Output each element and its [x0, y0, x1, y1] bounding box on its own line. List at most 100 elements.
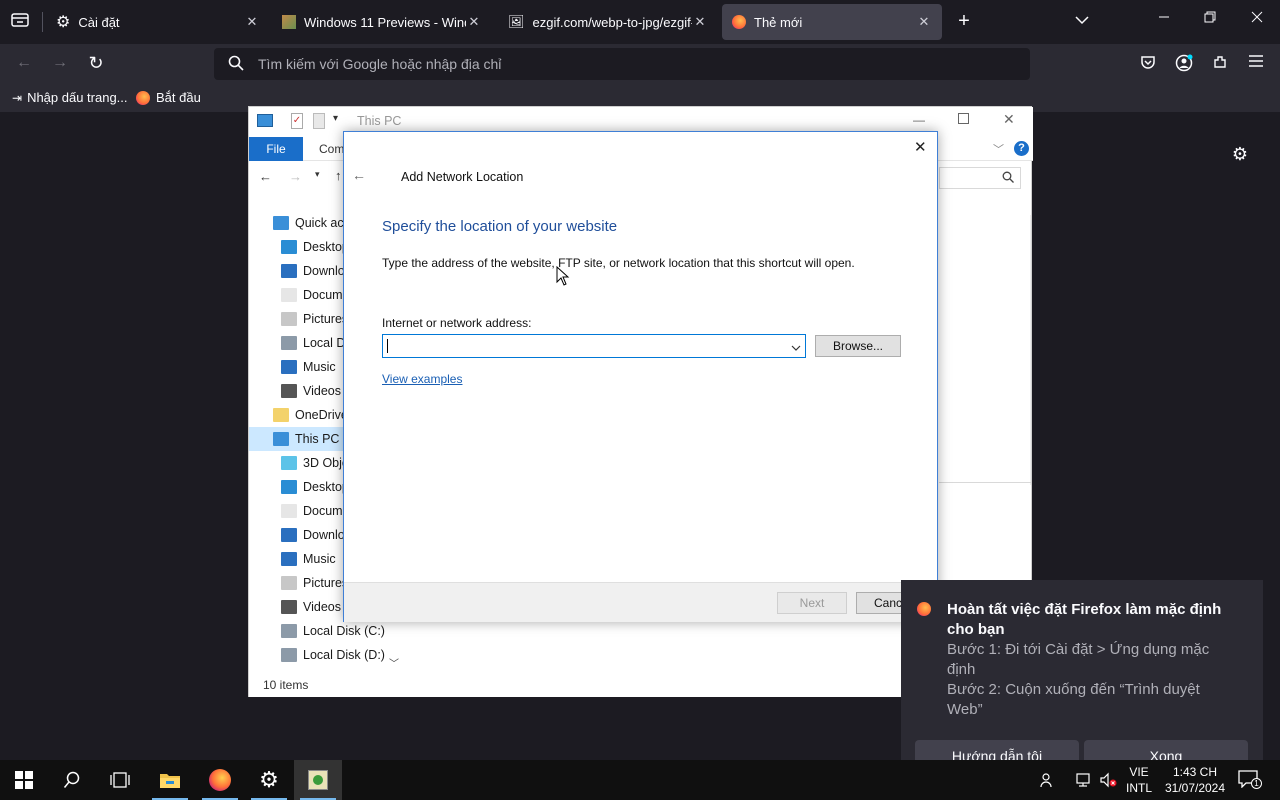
pocket-icon[interactable] [1136, 54, 1160, 75]
bookmark-getting-started[interactable]: Bắt đầu [136, 90, 201, 105]
new-tab-button[interactable]: + [952, 10, 976, 33]
taskbar-control-panel[interactable] [294, 760, 342, 800]
system-clock[interactable]: 1:43 CH 31/07/2024 [1160, 764, 1230, 796]
computer-icon [257, 114, 273, 127]
tab-label: Thẻ mới [754, 14, 803, 30]
scroll-down-icon[interactable]: ﹀ [389, 655, 399, 670]
tab-close-icon[interactable]: ✕ [244, 14, 260, 30]
bookmark-import[interactable]: ⇥ Nhập dấu trang... [12, 90, 128, 105]
notification-badge: 1 [1251, 778, 1262, 789]
url-bar[interactable]: Tìm kiếm với Google hoặc nhập địa chỉ [214, 48, 1030, 80]
start-button[interactable] [0, 760, 48, 800]
reload-icon[interactable]: ↻ [84, 53, 108, 74]
nav-item-label: Desktop [303, 240, 349, 254]
window-close-icon[interactable] [1245, 10, 1269, 28]
disk-icon [281, 336, 297, 350]
desktop-icon [281, 240, 297, 254]
explorer-back-icon[interactable]: ← [259, 169, 272, 184]
explorer-forward-icon[interactable]: → [289, 169, 302, 184]
recent-locations-icon[interactable]: ▾ [315, 169, 320, 180]
task-view-button[interactable] [96, 760, 144, 800]
menu-hamburger-icon[interactable] [1244, 54, 1268, 72]
dialog-title: Add Network Location [401, 170, 524, 184]
nav-item[interactable]: Local Disk (D:) [249, 643, 399, 667]
control-panel-icon [308, 770, 328, 790]
desktop-icon [281, 480, 297, 494]
taskbar-search-button[interactable] [48, 760, 96, 800]
tab-close-icon[interactable]: ✕ [916, 14, 932, 30]
new-folder-icon[interactable] [313, 113, 325, 129]
pictures-icon [281, 312, 297, 326]
tab-close-icon[interactable]: ✕ [692, 14, 708, 30]
volume-muted-icon[interactable] [1100, 772, 1118, 791]
next-button[interactable]: Next [777, 592, 847, 614]
dialog-close-icon[interactable]: ✕ [914, 138, 927, 156]
nav-item-label: 3D Obje [303, 456, 349, 470]
firefox-view-icon[interactable] [8, 12, 32, 33]
tab-label: Windows 11 Previews - Window [304, 14, 466, 30]
tab-settings[interactable]: ⚙ Cài đặt ✕ [46, 4, 270, 40]
nav-item-label: Pictures [303, 312, 349, 326]
tab-list-chevron-icon[interactable] [1070, 12, 1094, 30]
explorer-maximize-icon[interactable] [958, 113, 969, 124]
network-address-input[interactable] [385, 337, 781, 355]
nav-item-label: Local Disk (D:) [303, 648, 385, 662]
taskbar-firefox[interactable] [196, 760, 244, 800]
search-icon [63, 771, 80, 788]
ezgif-favicon: 🖼 [508, 14, 525, 29]
tab-close-icon[interactable]: ✕ [466, 14, 482, 30]
ribbon-expand-chevron-icon[interactable]: ﹀ [993, 141, 1004, 157]
nav-item-label: Music [303, 552, 336, 566]
import-icon: ⇥ [12, 90, 23, 105]
tab-windows-previews[interactable]: Windows 11 Previews - Window ✕ [272, 4, 492, 40]
restore-icon[interactable] [1198, 10, 1222, 28]
firefox-icon [732, 15, 746, 29]
nav-item-label: Music [303, 360, 336, 374]
properties-icon[interactable]: ✓ [291, 113, 303, 129]
document-icon [281, 288, 297, 302]
gear-icon: ⚙ [259, 767, 279, 792]
explorer-close-icon[interactable]: ✕ [1003, 111, 1015, 128]
dialog-back-arrow-icon[interactable]: ← [352, 167, 366, 183]
taskbar-file-explorer[interactable] [146, 760, 194, 800]
back-arrow-icon[interactable]: ← [12, 54, 36, 72]
nav-item-label: Downlo [303, 264, 345, 278]
extensions-icon[interactable] [1208, 54, 1232, 75]
people-icon[interactable] [1040, 772, 1056, 791]
view-examples-link[interactable]: View examples [382, 372, 462, 386]
pictures-icon [281, 576, 297, 590]
forward-arrow-icon[interactable]: → [48, 54, 72, 72]
nav-item-label: OneDrive [295, 408, 348, 422]
nav-item[interactable]: Local Disk (C:) [249, 619, 399, 643]
tab-new-tab[interactable]: Thẻ mới ✕ [722, 4, 942, 40]
videos-icon [281, 600, 297, 614]
disk-icon [281, 648, 297, 662]
folder-icon [160, 774, 180, 788]
explorer-search-box[interactable] [939, 167, 1021, 189]
mouse-cursor-icon [556, 265, 570, 289]
help-icon[interactable]: ? [1014, 141, 1029, 156]
newtab-settings-gear-icon[interactable]: ⚙ [1228, 144, 1252, 165]
browse-button[interactable]: Browse... [815, 335, 901, 357]
music-icon [281, 552, 297, 566]
quick-access-dropdown-icon[interactable]: ▾ [333, 113, 338, 124]
taskbar-settings[interactable]: ⚙ [245, 760, 293, 800]
bookmark-label: Nhập dấu trang... [27, 90, 128, 105]
up-arrow-icon[interactable]: ↑ [335, 168, 342, 183]
chevron-down-icon[interactable] [791, 341, 801, 355]
explorer-minimize-icon[interactable]: — [913, 113, 925, 127]
network-address-combobox[interactable] [382, 334, 806, 358]
site-favicon [282, 15, 296, 29]
disk-icon [281, 624, 297, 638]
tab-ezgif[interactable]: 🖼 ezgif.com/webp-to-jpg/ezgif-4 ✕ [498, 4, 718, 40]
nav-item-label: Downlo [303, 528, 345, 542]
notification-step-1: Bước 1: Đi tới Cài đặt > Ứng dụng mặc đị… [947, 641, 1210, 678]
nav-item-label: Desktop [303, 480, 349, 494]
input-language[interactable]: VIE INTL [1124, 764, 1154, 796]
action-center-button[interactable]: 1 [1238, 770, 1262, 790]
nav-item-label: Videos [303, 600, 341, 614]
network-icon[interactable] [1076, 772, 1092, 791]
minimize-icon[interactable] [1152, 10, 1176, 28]
ribbon-file-tab[interactable]: File [249, 137, 303, 161]
account-icon[interactable] [1172, 54, 1196, 77]
